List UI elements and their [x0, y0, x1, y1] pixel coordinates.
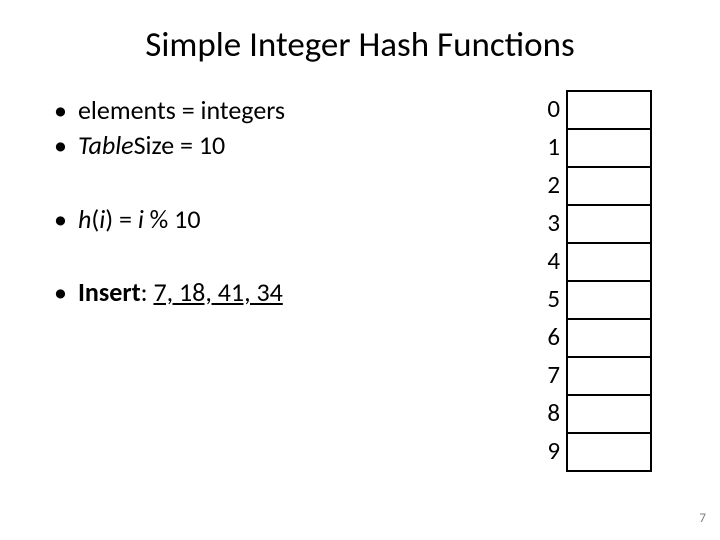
table-cell: [568, 396, 650, 434]
bullet-insert: Insert: 7, 18, 41, 34: [54, 276, 544, 309]
hash-table: [566, 90, 652, 472]
table-cell: [568, 282, 650, 320]
tablesize-prefix: Table: [78, 129, 134, 161]
index-label: 9: [544, 432, 560, 470]
slide-content: elements = integers TableSize = 10 h(i) …: [0, 84, 720, 472]
spacer: [54, 165, 544, 203]
bullet-column: elements = integers TableSize = 10 h(i) …: [54, 84, 544, 472]
index-label: 5: [544, 280, 560, 318]
hashfunc-h: h: [78, 203, 91, 235]
bullet-list: Insert: 7, 18, 41, 34: [54, 276, 544, 309]
index-label: 7: [544, 356, 560, 394]
table-cell: [568, 206, 650, 244]
table-cell: [568, 130, 650, 168]
index-label: 1: [544, 128, 560, 166]
insert-label: Insert: [78, 276, 141, 308]
page-number: 7: [699, 511, 706, 526]
slide-title: Simple Integer Hash Functions: [0, 0, 720, 84]
index-label: 3: [544, 204, 560, 242]
table-cell: [568, 320, 650, 358]
table-cell: [568, 434, 650, 472]
hashfunc-close: ) =: [105, 203, 138, 235]
index-labels: 0 1 2 3 4 5 6 7 8 9: [544, 90, 560, 470]
table-cell: [568, 168, 650, 206]
table-column: 0 1 2 3 4 5 6 7 8 9: [544, 84, 660, 472]
table-cell: [568, 358, 650, 396]
index-label: 2: [544, 166, 560, 204]
insert-colon: :: [141, 276, 154, 308]
table-cell: [568, 244, 650, 282]
index-label: 0: [544, 90, 560, 128]
bullet-text: elements = integers: [78, 94, 285, 126]
tablesize-value: = 10: [174, 129, 225, 161]
bullet-list: h(i) = i % 10: [54, 203, 544, 236]
bullet-list: elements = integers TableSize = 10: [54, 94, 544, 163]
index-label: 4: [544, 242, 560, 280]
index-label: 8: [544, 394, 560, 432]
table-cell: [568, 92, 650, 130]
tablesize-word: Size: [134, 129, 175, 161]
spacer: [54, 238, 544, 276]
index-label: 6: [544, 318, 560, 356]
bullet-tablesize: TableSize = 10: [54, 129, 544, 162]
hashfunc-mod: % 10: [144, 203, 201, 235]
bullet-hashfunc: h(i) = i % 10: [54, 203, 544, 236]
bullet-elements: elements = integers: [54, 94, 544, 127]
insert-values: 7, 18, 41, 34: [153, 276, 282, 308]
